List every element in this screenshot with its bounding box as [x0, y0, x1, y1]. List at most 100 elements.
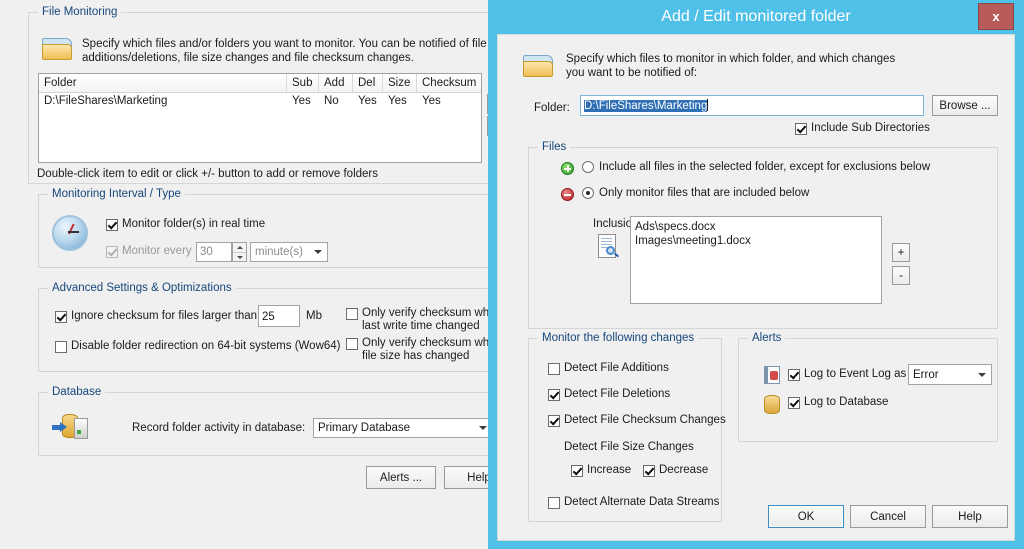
include-all-files-label: Include all files in the selected folder…: [599, 161, 931, 173]
size-decrease-checkbox[interactable]: Decrease: [643, 464, 708, 477]
column-header-checksum[interactable]: Checksum: [417, 74, 481, 92]
checkbox-box: [106, 246, 118, 258]
dialog-title-bar[interactable]: Add / Edit monitored folder: [488, 0, 1024, 33]
database-icon: [764, 395, 780, 414]
checkbox-box: [346, 338, 358, 350]
dialog-description-line2: you want to be notified of:: [566, 67, 698, 79]
browse-button[interactable]: Browse ...: [932, 95, 998, 116]
monitor-every-checkbox[interactable]: Monitor every: [106, 245, 192, 258]
checkbox-box: [548, 415, 560, 427]
column-header-size[interactable]: Size: [383, 74, 417, 92]
inclusions-list[interactable]: Ads\specs.docx Images\meeting1.docx: [630, 216, 882, 304]
event-log-level-select[interactable]: Error: [908, 364, 992, 385]
detect-alternate-data-streams-checkbox[interactable]: Detect Alternate Data Streams: [548, 496, 719, 509]
verify-on-size-change-label-line2: file size has changed: [362, 350, 470, 362]
column-header-add[interactable]: Add: [319, 74, 353, 92]
ignore-checksum-label: Ignore checksum for files larger than: [71, 310, 258, 322]
checkbox-box: [548, 389, 560, 401]
file-monitoring-description-line1: Specify which files and/or folders you w…: [82, 38, 487, 50]
page-title: Add / Edit monitored folder: [661, 7, 851, 25]
dialog-description-line1: Specify which files to monitor in which …: [566, 53, 896, 65]
verify-on-write-time-checkbox[interactable]: Only verify checksum when last write tim…: [346, 307, 502, 333]
column-header-folder[interactable]: Folder: [39, 74, 287, 92]
detect-checksum-changes-checkbox[interactable]: Detect File Checksum Changes: [548, 414, 726, 427]
file-monitoring-group-title: File Monitoring: [38, 6, 122, 18]
checkbox-box: [788, 397, 800, 409]
monitor-realtime-checkbox[interactable]: Monitor folder(s) in real time: [106, 218, 265, 231]
checkbox-box: [788, 369, 800, 381]
cell-del: Yes: [358, 95, 377, 107]
database-select[interactable]: Primary Database: [313, 418, 493, 438]
files-group-title: Files: [538, 141, 571, 153]
cell-checksum: Yes: [422, 95, 441, 107]
advanced-settings-group-title: Advanced Settings & Optimizations: [48, 282, 236, 294]
cell-folder: D:\FileShares\Marketing: [44, 95, 168, 107]
cell-sub: Yes: [292, 95, 311, 107]
monitoring-interval-group-title: Monitoring Interval / Type: [48, 188, 185, 200]
list-item[interactable]: Ads\specs.docx: [635, 220, 877, 234]
red-minus-circle-icon: [561, 188, 574, 201]
green-plus-circle-icon: [561, 162, 574, 175]
ok-button[interactable]: OK: [768, 505, 844, 528]
detect-file-additions-checkbox[interactable]: Detect File Additions: [548, 362, 669, 375]
detect-file-additions-label: Detect File Additions: [564, 362, 669, 374]
size-increase-checkbox[interactable]: Increase: [571, 464, 631, 477]
log-to-database-label: Log to Database: [804, 396, 889, 408]
ignore-checksum-checkbox[interactable]: Ignore checksum for files larger than: [55, 310, 257, 323]
verify-on-write-time-label-line1: Only verify checksum when: [362, 307, 502, 319]
close-icon[interactable]: x: [978, 3, 1014, 30]
include-sub-directories-label: Include Sub Directories: [811, 122, 930, 134]
radio-circle: [582, 187, 594, 199]
database-select-value: Primary Database: [318, 422, 411, 434]
interval-unit-value: minute(s): [255, 246, 303, 258]
alerts-group: Alerts: [738, 332, 998, 442]
checkbox-box: [643, 465, 655, 477]
folder-icon: [523, 53, 555, 79]
cancel-button[interactable]: Cancel: [850, 505, 926, 528]
log-to-event-log-checkbox[interactable]: Log to Event Log as: [788, 368, 906, 381]
cell-add: No: [324, 95, 339, 107]
only-included-files-radio[interactable]: Only monitor files that are included bel…: [582, 187, 809, 199]
log-to-database-checkbox[interactable]: Log to Database: [788, 396, 888, 409]
column-header-del[interactable]: Del: [353, 74, 383, 92]
folder-icon: [42, 36, 74, 62]
disable-wow64-checkbox[interactable]: Disable folder redirection on 64-bit sys…: [55, 340, 341, 353]
verify-on-size-change-checkbox[interactable]: Only verify checksum when file size has …: [346, 337, 502, 363]
detect-alternate-data-streams-label: Detect Alternate Data Streams: [564, 496, 720, 508]
only-included-files-label: Only monitor files that are included bel…: [599, 187, 810, 199]
checkbox-box: [346, 308, 358, 320]
cell-size: Yes: [388, 95, 407, 107]
monitor-interval-input[interactable]: 30: [196, 242, 232, 262]
add-inclusion-button[interactable]: +: [892, 243, 910, 262]
log-to-event-log-label: Log to Event Log as: [804, 368, 907, 380]
list-item[interactable]: Images\meeting1.docx: [635, 234, 877, 248]
interval-unit-select[interactable]: minute(s): [250, 242, 328, 262]
folder-input[interactable]: D:\FileShares\Marketing: [580, 95, 924, 116]
event-log-icon: [764, 366, 780, 384]
checkbox-box: [795, 123, 807, 135]
disable-wow64-label: Disable folder redirection on 64-bit sys…: [71, 340, 341, 352]
checkbox-box: [548, 497, 560, 509]
monitor-interval-spinner[interactable]: [232, 242, 247, 262]
detect-size-changes-label: Detect File Size Changes: [564, 441, 694, 453]
checkbox-box: [571, 465, 583, 477]
dialog-help-button[interactable]: Help: [932, 505, 1008, 528]
alerts-button[interactable]: Alerts ...: [366, 466, 436, 489]
detect-file-deletions-checkbox[interactable]: Detect File Deletions: [548, 388, 670, 401]
record-activity-label: Record folder activity in database:: [132, 422, 306, 434]
ignore-checksum-size-input[interactable]: 25: [258, 305, 300, 327]
monitor-changes-group-title: Monitor the following changes: [538, 332, 699, 344]
monitored-folders-list[interactable]: Folder Sub Add Del Size Checksum D:\File…: [38, 73, 482, 163]
size-decrease-label: Decrease: [659, 464, 709, 476]
remove-inclusion-button[interactable]: -: [892, 266, 910, 285]
checkbox-box: [55, 311, 67, 323]
detect-checksum-changes-label: Detect File Checksum Changes: [564, 414, 726, 426]
database-group-title: Database: [48, 386, 106, 398]
include-sub-directories-checkbox[interactable]: Include Sub Directories: [795, 122, 930, 135]
event-log-level-value: Error: [913, 369, 939, 381]
include-all-files-radio[interactable]: Include all files in the selected folder…: [582, 161, 930, 173]
radio-circle: [582, 161, 594, 173]
alerts-group-title: Alerts: [748, 332, 786, 344]
table-row[interactable]: D:\FileShares\Marketing Yes No Yes Yes Y…: [39, 93, 481, 109]
column-header-sub[interactable]: Sub: [287, 74, 319, 92]
